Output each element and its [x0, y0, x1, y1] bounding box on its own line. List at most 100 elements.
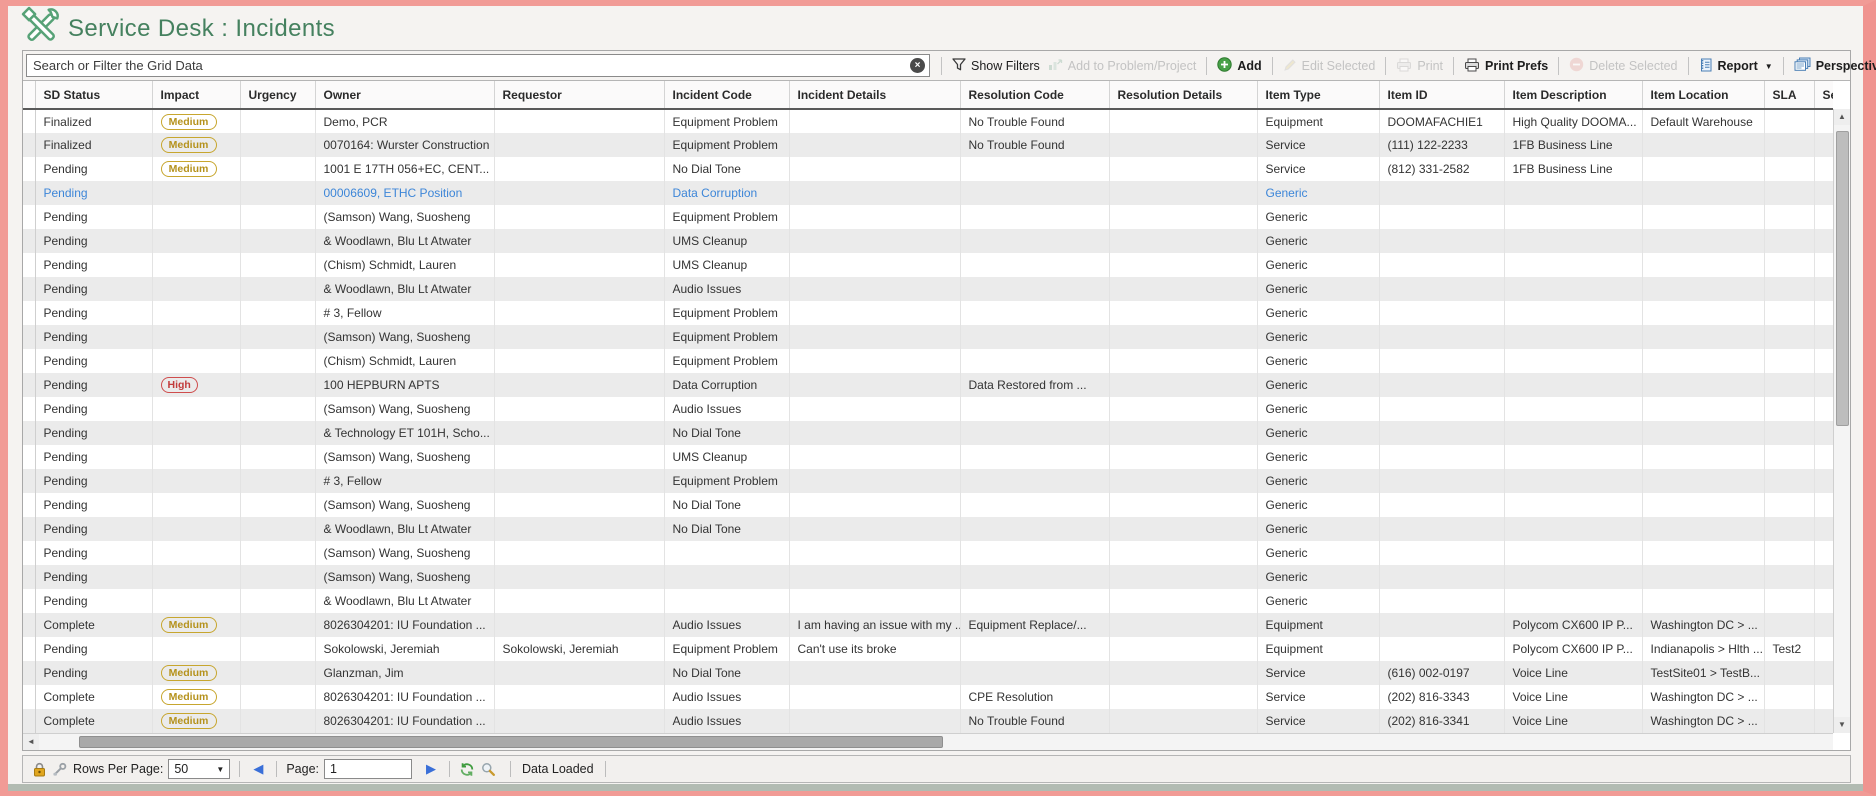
column-header-item_location[interactable]: Item Location	[1642, 81, 1764, 109]
incident-row[interactable]: Pending(Samson) Wang, SuoshengEquipment …	[23, 325, 1833, 349]
incident-row[interactable]: Pending# 3, FellowEquipment ProblemGener…	[23, 301, 1833, 325]
incident-row[interactable]: Pending(Samson) Wang, SuoshengGeneric	[23, 565, 1833, 589]
incident-row[interactable]: Pending& Woodlawn, Blu Lt AtwaterUMS Cle…	[23, 229, 1833, 253]
row-selector-cell[interactable]	[23, 349, 35, 373]
column-header-item_type[interactable]: Item Type	[1257, 81, 1379, 109]
clear-search-icon[interactable]: ×	[910, 58, 925, 73]
column-header-impact[interactable]: Impact	[152, 81, 240, 109]
incident-row[interactable]: Pending# 3, FellowEquipment ProblemGener…	[23, 469, 1833, 493]
incident-row[interactable]: Pending(Samson) Wang, SuoshengAudio Issu…	[23, 397, 1833, 421]
column-header-owner[interactable]: Owner	[315, 81, 494, 109]
cell-resolution_code: No Trouble Found	[960, 109, 1109, 133]
cell-item_type: Generic	[1257, 541, 1379, 565]
column-header-incident_details[interactable]: Incident Details	[789, 81, 960, 109]
horizontal-scroll-thumb[interactable]	[79, 736, 943, 748]
column-header-requestor[interactable]: Requestor	[494, 81, 664, 109]
page-number-input[interactable]	[324, 759, 412, 779]
scroll-down-icon[interactable]: ▼	[1834, 717, 1850, 733]
rows-per-page-select[interactable]: 50 ▼	[168, 759, 230, 779]
cell-sd_status: Pending	[35, 469, 152, 493]
column-header-sd_status[interactable]: SD Status	[35, 81, 152, 109]
magnifier-icon[interactable]	[481, 762, 495, 776]
scroll-up-icon[interactable]: ▲	[1834, 109, 1850, 125]
cell-resolution_code	[960, 349, 1109, 373]
report-button[interactable]: Report ▼	[1695, 56, 1777, 77]
show-filters-button[interactable]: Show Filters	[948, 56, 1044, 76]
print-prefs-button[interactable]: Print Prefs	[1460, 56, 1552, 77]
row-selector-cell[interactable]	[23, 397, 35, 421]
row-selector-cell[interactable]	[23, 325, 35, 349]
incident-row[interactable]: Pending(Samson) Wang, SuoshengGeneric	[23, 541, 1833, 565]
incident-row[interactable]: FinalizedMedium0070164: Wurster Construc…	[23, 133, 1833, 157]
cell-impact	[152, 541, 240, 565]
vertical-scroll-thumb[interactable]	[1836, 131, 1849, 426]
incident-row[interactable]: Pending(Samson) Wang, SuoshengUMS Cleanu…	[23, 445, 1833, 469]
column-header-sla[interactable]: SLA	[1764, 81, 1814, 109]
lock-icon[interactable]	[33, 762, 46, 777]
status-bar: Rows Per Page: 50 ▼ ◀ Page: ▶ Data Loade…	[22, 755, 1851, 783]
incident-row[interactable]: Pending00006609, ETHC PositionData Corru…	[23, 181, 1833, 205]
incident-row[interactable]: Pending(Samson) Wang, SuoshengEquipment …	[23, 205, 1833, 229]
incident-row[interactable]: FinalizedMediumDemo, PCREquipment Proble…	[23, 109, 1833, 133]
row-selector-cell[interactable]	[23, 277, 35, 301]
row-selector-cell[interactable]	[23, 469, 35, 493]
row-selector-cell[interactable]	[23, 181, 35, 205]
next-page-icon[interactable]: ▶	[422, 761, 440, 777]
row-selector-cell[interactable]	[23, 373, 35, 397]
vertical-scrollbar[interactable]: ▲ ▼	[1833, 109, 1850, 733]
row-selector-cell[interactable]	[23, 637, 35, 661]
incident-row[interactable]: CompleteMedium8026304201: IU Foundation …	[23, 613, 1833, 637]
cell-urgency	[240, 349, 315, 373]
incident-row[interactable]: PendingSokolowski, JeremiahSokolowski, J…	[23, 637, 1833, 661]
cell-requestor	[494, 469, 664, 493]
incident-row[interactable]: Pending(Chism) Schmidt, LaurenUMS Cleanu…	[23, 253, 1833, 277]
refresh-icon[interactable]	[459, 762, 475, 777]
row-selector-cell[interactable]	[23, 133, 35, 157]
row-selector-cell[interactable]	[23, 205, 35, 229]
incident-row[interactable]: CompleteMedium8026304201: IU Foundation …	[23, 685, 1833, 709]
incident-row[interactable]: Pending(Chism) Schmidt, LaurenEquipment …	[23, 349, 1833, 373]
column-header-resolution_code[interactable]: Resolution Code	[960, 81, 1109, 109]
column-header-incident_code[interactable]: Incident Code	[664, 81, 789, 109]
row-selector-cell[interactable]	[23, 589, 35, 613]
row-selector-cell[interactable]	[23, 661, 35, 685]
incident-row[interactable]: Pending& Woodlawn, Blu Lt AtwaterNo Dial…	[23, 517, 1833, 541]
row-selector-cell[interactable]	[23, 109, 35, 133]
row-selector-cell[interactable]	[23, 421, 35, 445]
incident-row[interactable]: Pending(Samson) Wang, SuoshengNo Dial To…	[23, 493, 1833, 517]
add-button[interactable]: Add	[1213, 55, 1265, 77]
row-selector-cell[interactable]	[23, 565, 35, 589]
scroll-left-icon[interactable]: ◄	[23, 734, 39, 750]
row-selector-cell[interactable]	[23, 613, 35, 637]
row-selector-cell[interactable]	[23, 301, 35, 325]
incident-row[interactable]: Pending& Technology ET 101H, Scho...No D…	[23, 421, 1833, 445]
column-header-item_id[interactable]: Item ID	[1379, 81, 1504, 109]
row-selector-cell[interactable]	[23, 229, 35, 253]
row-selector-cell[interactable]	[23, 517, 35, 541]
row-selector-cell[interactable]	[23, 685, 35, 709]
column-header-resolution_details[interactable]: Resolution Details	[1109, 81, 1257, 109]
row-selector-cell[interactable]	[23, 157, 35, 181]
incident-row[interactable]: Pending& Woodlawn, Blu Lt AtwaterGeneric	[23, 589, 1833, 613]
row-selector-cell[interactable]	[23, 253, 35, 277]
cell-incident_details	[789, 493, 960, 517]
horizontal-scrollbar[interactable]: ◄	[23, 733, 1833, 750]
column-header-item_description[interactable]: Item Description	[1504, 81, 1642, 109]
row-selector-cell[interactable]	[23, 493, 35, 517]
perspectives-button[interactable]: Perspectives ▼	[1790, 55, 1876, 77]
row-selector-cell[interactable]	[23, 709, 35, 733]
incident-row[interactable]: PendingMediumGlanzman, JimNo Dial ToneSe…	[23, 661, 1833, 685]
incident-row[interactable]: Pending& Woodlawn, Blu Lt AtwaterAudio I…	[23, 277, 1833, 301]
prev-page-icon[interactable]: ◀	[249, 761, 267, 777]
incident-row[interactable]: PendingMedium1001 E 17TH 056+EC, CENT...…	[23, 157, 1833, 181]
column-header-service[interactable]: Service	[1814, 81, 1833, 109]
incident-row[interactable]: PendingHigh100 HEPBURN APTSData Corrupti…	[23, 373, 1833, 397]
cell-sd_status: Pending	[35, 277, 152, 301]
wrench-icon[interactable]	[52, 762, 67, 777]
row-selector-cell[interactable]	[23, 445, 35, 469]
search-input[interactable]	[26, 54, 930, 77]
incident-row[interactable]: CompleteMedium8026304201: IU Foundation …	[23, 709, 1833, 733]
column-header-urgency[interactable]: Urgency	[240, 81, 315, 109]
cell-item_id	[1379, 541, 1504, 565]
row-selector-cell[interactable]	[23, 541, 35, 565]
